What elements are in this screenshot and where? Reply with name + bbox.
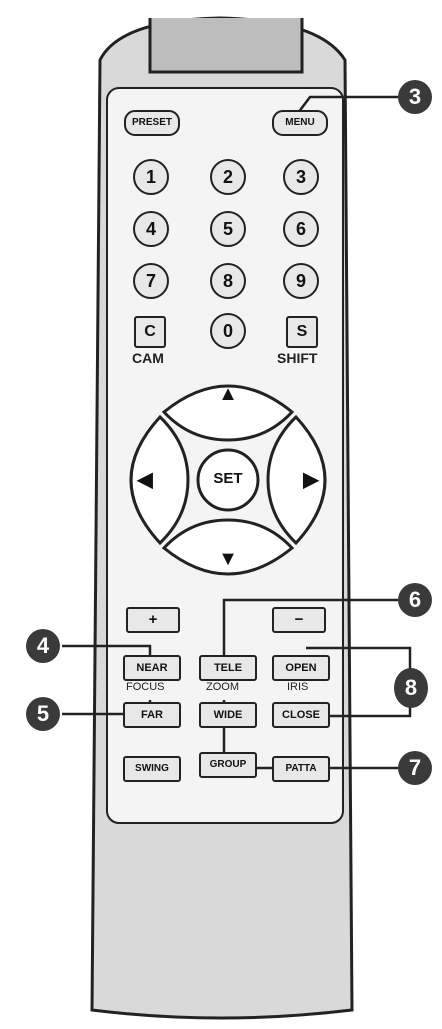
callout-6: 6 — [398, 583, 432, 617]
set-button[interactable]: SET — [203, 470, 253, 487]
digit-7-button[interactable]: 7 — [133, 263, 169, 299]
swing-button[interactable]: SWING — [123, 756, 181, 782]
plus-button[interactable]: + — [126, 607, 180, 633]
cam-button[interactable]: C — [134, 316, 166, 348]
down-arrow-icon[interactable]: ▼ — [216, 548, 240, 571]
near-button[interactable]: NEAR — [123, 655, 181, 681]
digit-9-button[interactable]: 9 — [283, 263, 319, 299]
menu-button[interactable]: MENU — [272, 110, 328, 136]
digit-4-button[interactable]: 4 — [133, 211, 169, 247]
left-arrow-icon[interactable]: ◀ — [133, 467, 157, 492]
tele-button[interactable]: TELE — [199, 655, 257, 681]
patta-button[interactable]: PATTA — [272, 756, 330, 782]
digit-0-button[interactable]: 0 — [210, 313, 246, 349]
minus-button[interactable]: − — [272, 607, 326, 633]
right-arrow-icon[interactable]: ▶ — [299, 467, 323, 492]
group-button[interactable]: GROUP — [199, 752, 257, 778]
iris-label: IRIS — [287, 681, 309, 693]
callout-5: 5 — [26, 697, 60, 731]
up-arrow-icon[interactable]: ▲ — [216, 383, 240, 406]
digit-1-button[interactable]: 1 — [133, 159, 169, 195]
preset-button[interactable]: PRESET — [124, 110, 180, 136]
digit-6-button[interactable]: 6 — [283, 211, 319, 247]
callout-4: 4 — [26, 629, 60, 663]
remote-drawing — [62, 16, 412, 1020]
digit-8-button[interactable]: 8 — [210, 263, 246, 299]
callout-8: 8 — [394, 668, 428, 708]
digit-3-button[interactable]: 3 — [283, 159, 319, 195]
callout-3: 3 — [398, 80, 432, 114]
wide-button[interactable]: WIDE — [199, 702, 257, 728]
focus-label: FOCUS — [126, 681, 165, 693]
callout-7: 7 — [398, 751, 432, 785]
open-button[interactable]: OPEN — [272, 655, 330, 681]
zoom-label: ZOOM — [206, 681, 239, 693]
close-button[interactable]: CLOSE — [272, 702, 330, 728]
shift-button[interactable]: S — [286, 316, 318, 348]
cam-label: CAM — [132, 350, 164, 366]
shift-label: SHIFT — [277, 350, 318, 366]
far-button[interactable]: FAR — [123, 702, 181, 728]
digit-2-button[interactable]: 2 — [210, 159, 246, 195]
ir-window — [148, 18, 304, 74]
digit-5-button[interactable]: 5 — [210, 211, 246, 247]
